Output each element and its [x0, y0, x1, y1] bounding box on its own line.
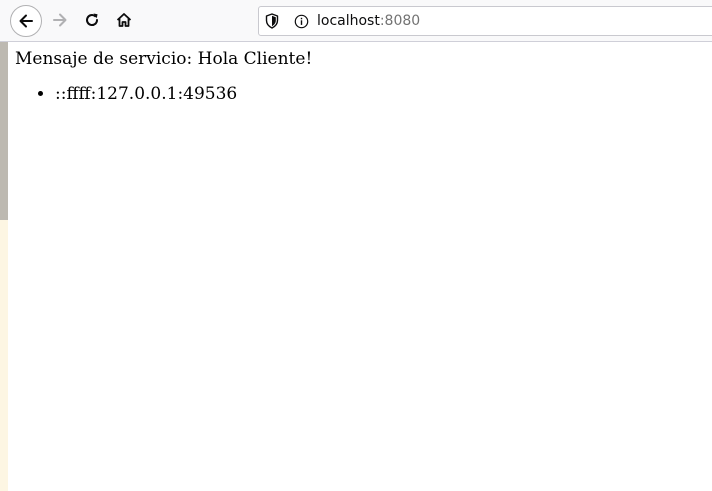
client-list: ::ffff:127.0.0.1:49536 [15, 83, 312, 105]
url-bar[interactable]: localhost:8080 [258, 6, 712, 36]
info-icon [294, 14, 308, 28]
reload-button[interactable] [76, 4, 108, 36]
site-info-button[interactable] [293, 13, 309, 29]
browser-toolbar: localhost:8080 [0, 0, 712, 42]
shield-icon [265, 13, 279, 29]
client-address: ::ffff:127.0.0.1:49536 [55, 84, 238, 104]
service-message: Mensaje de servicio: Hola Cliente! [15, 49, 313, 69]
back-button[interactable] [10, 5, 42, 37]
page-content: Mensaje de servicio: Hola Cliente! ::fff… [15, 48, 312, 105]
forward-button[interactable] [44, 4, 76, 36]
tracking-protection-button[interactable] [264, 13, 280, 29]
reload-icon [86, 13, 99, 26]
url-text[interactable]: localhost:8080 [317, 13, 420, 30]
forward-arrow-icon [53, 13, 67, 27]
url-port: :8080 [379, 13, 421, 29]
window-edge-strip-lower [0, 220, 8, 491]
home-button[interactable] [108, 4, 140, 36]
list-item: ::ffff:127.0.0.1:49536 [55, 83, 312, 105]
window-edge-strip [0, 42, 8, 220]
back-arrow-icon [19, 14, 33, 28]
home-icon [116, 13, 132, 27]
url-host: localhost [317, 13, 380, 29]
